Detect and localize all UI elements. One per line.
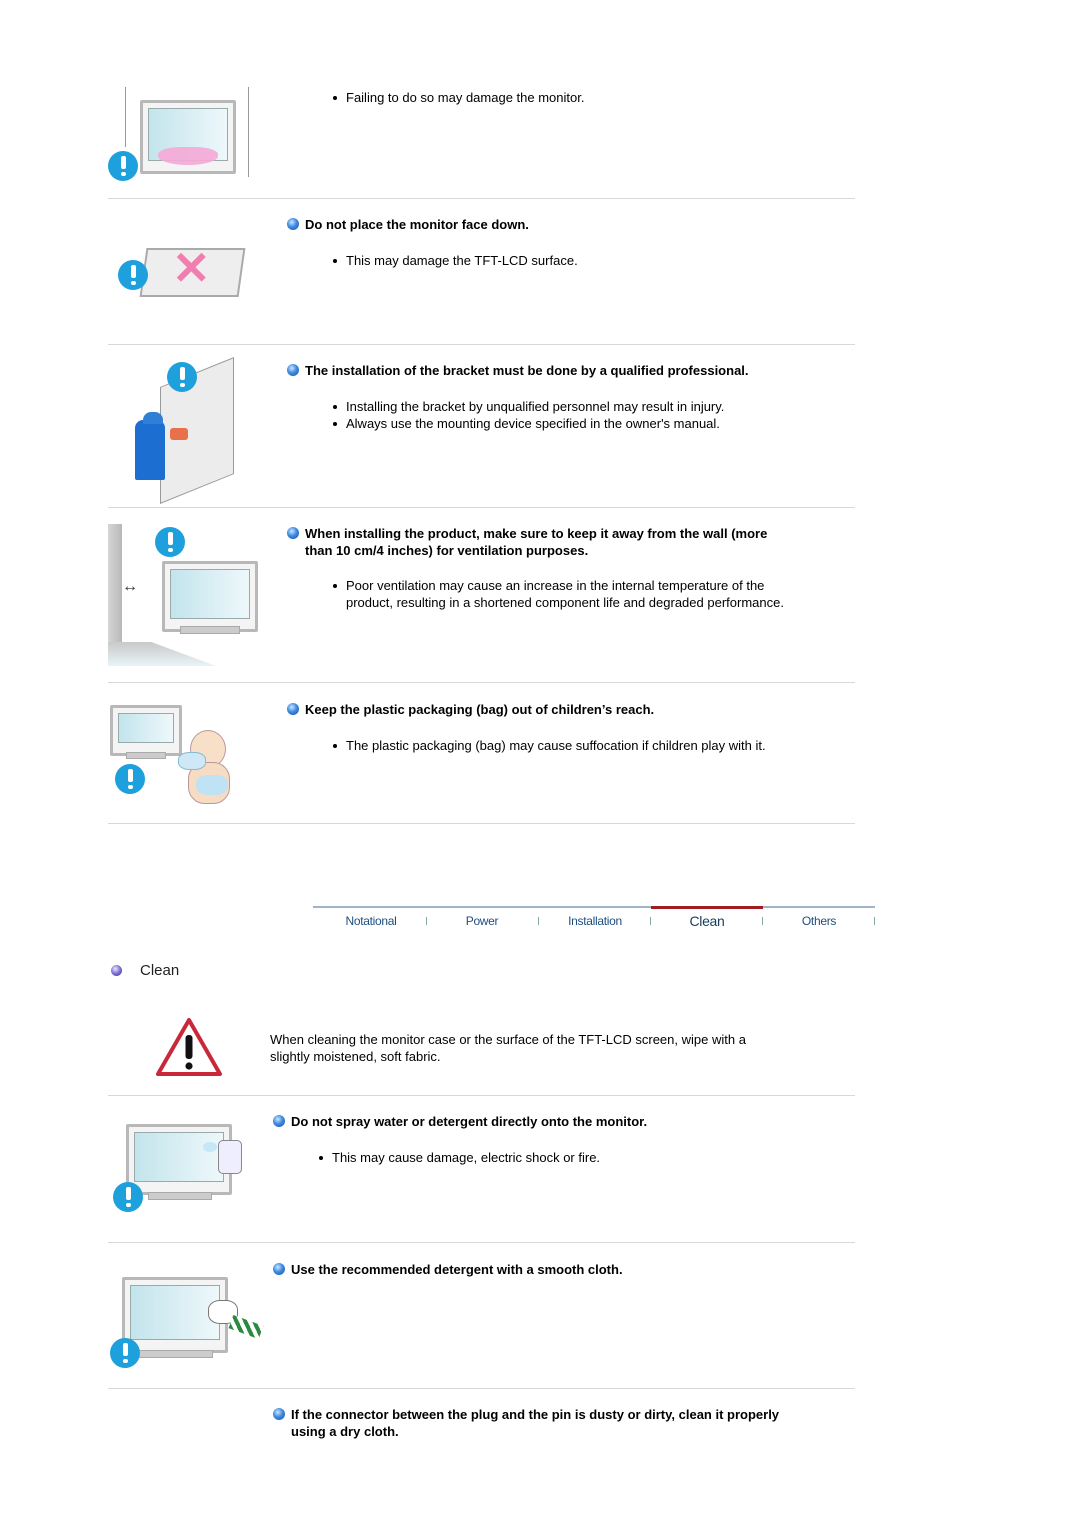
item-4-bullets: Poor ventilation may cause an increase i… xyxy=(328,578,868,611)
warning-icon xyxy=(118,260,148,290)
warning-icon xyxy=(155,527,185,557)
section-ball-icon xyxy=(111,965,122,976)
item-2-bullets: This may damage the TFT-LCD surface. xyxy=(328,253,848,270)
illustration-baby-plastic-bag xyxy=(108,700,233,810)
item-heading: When installing the product, make sure t… xyxy=(287,525,865,559)
illustration-monitor-face-down: ✕ xyxy=(108,240,248,300)
divider xyxy=(108,344,855,345)
caution-triangle-icon xyxy=(156,1018,222,1076)
section-title: Clean xyxy=(140,962,180,979)
illustration-monitor-shaking xyxy=(108,85,253,185)
blue-ball-icon xyxy=(287,527,299,539)
item-heading: Do not spray water or detergent directly… xyxy=(273,1113,861,1130)
warning-icon xyxy=(108,151,138,181)
item-heading: Keep the plastic packaging (bag) out of … xyxy=(287,701,865,718)
divider xyxy=(108,1242,855,1243)
blue-ball-icon xyxy=(287,703,299,715)
item-heading: The installation of the bracket must be … xyxy=(287,362,865,379)
tab-clean[interactable]: Clean xyxy=(651,913,763,929)
item-1-bullets: Failing to do so may damage the monitor. xyxy=(328,90,848,107)
bullet-text: This may cause damage, electric shock or… xyxy=(314,1150,854,1167)
warning-icon xyxy=(113,1182,143,1212)
blue-ball-icon xyxy=(273,1408,285,1420)
divider xyxy=(108,823,855,824)
tab-divider xyxy=(874,917,875,925)
illustration-wall-ventilation: ↔ xyxy=(108,524,258,666)
active-tab-indicator xyxy=(651,906,763,909)
tab-notational[interactable]: Notational xyxy=(315,914,427,928)
bullet-text: The plastic packaging (bag) may cause su… xyxy=(328,738,868,755)
section-nav-bar: Notational Power Installation Clean Othe… xyxy=(313,906,875,936)
tab-power[interactable]: Power xyxy=(426,914,538,928)
blue-ball-icon xyxy=(273,1263,285,1275)
warning-icon xyxy=(167,362,197,392)
double-arrow-icon: ↔ xyxy=(122,578,138,595)
illustration-spray-monitor xyxy=(108,1120,270,1215)
illustration-bracket-installer xyxy=(135,357,240,504)
blue-ball-icon xyxy=(287,218,299,230)
item-heading: Do not place the monitor face down. xyxy=(287,216,855,233)
bullet-text: Installing the bracket by unqualified pe… xyxy=(328,399,848,416)
item-3-bullets: Installing the bracket by unqualified pe… xyxy=(328,399,848,432)
tab-installation[interactable]: Installation xyxy=(539,914,651,928)
item-5-bullets: The plastic packaging (bag) may cause su… xyxy=(328,738,868,755)
bullet-text: Always use the mounting device specified… xyxy=(328,416,848,433)
bullet-text: Poor ventilation may cause an increase i… xyxy=(328,578,868,611)
item-heading: Use the recommended detergent with a smo… xyxy=(273,1261,861,1278)
divider xyxy=(108,1095,855,1096)
warning-icon xyxy=(115,764,145,794)
blue-ball-icon xyxy=(287,364,299,376)
divider xyxy=(108,198,855,199)
tab-others[interactable]: Others xyxy=(763,914,875,928)
divider xyxy=(108,1388,855,1389)
clean-item-1-bullets: This may cause damage, electric shock or… xyxy=(314,1150,854,1167)
item-heading: If the connector between the plug and th… xyxy=(273,1406,871,1440)
divider xyxy=(108,682,855,683)
bullet-text: Failing to do so may damage the monitor. xyxy=(328,90,848,107)
clean-intro: When cleaning the monitor case or the su… xyxy=(270,1032,746,1064)
blue-ball-icon xyxy=(273,1115,285,1127)
warning-icon xyxy=(110,1338,140,1368)
x-mark-icon: ✕ xyxy=(172,242,211,294)
bullet-text: This may damage the TFT-LCD surface. xyxy=(328,253,848,270)
divider xyxy=(108,507,855,508)
illustration-cloth-wiping xyxy=(108,1265,268,1370)
